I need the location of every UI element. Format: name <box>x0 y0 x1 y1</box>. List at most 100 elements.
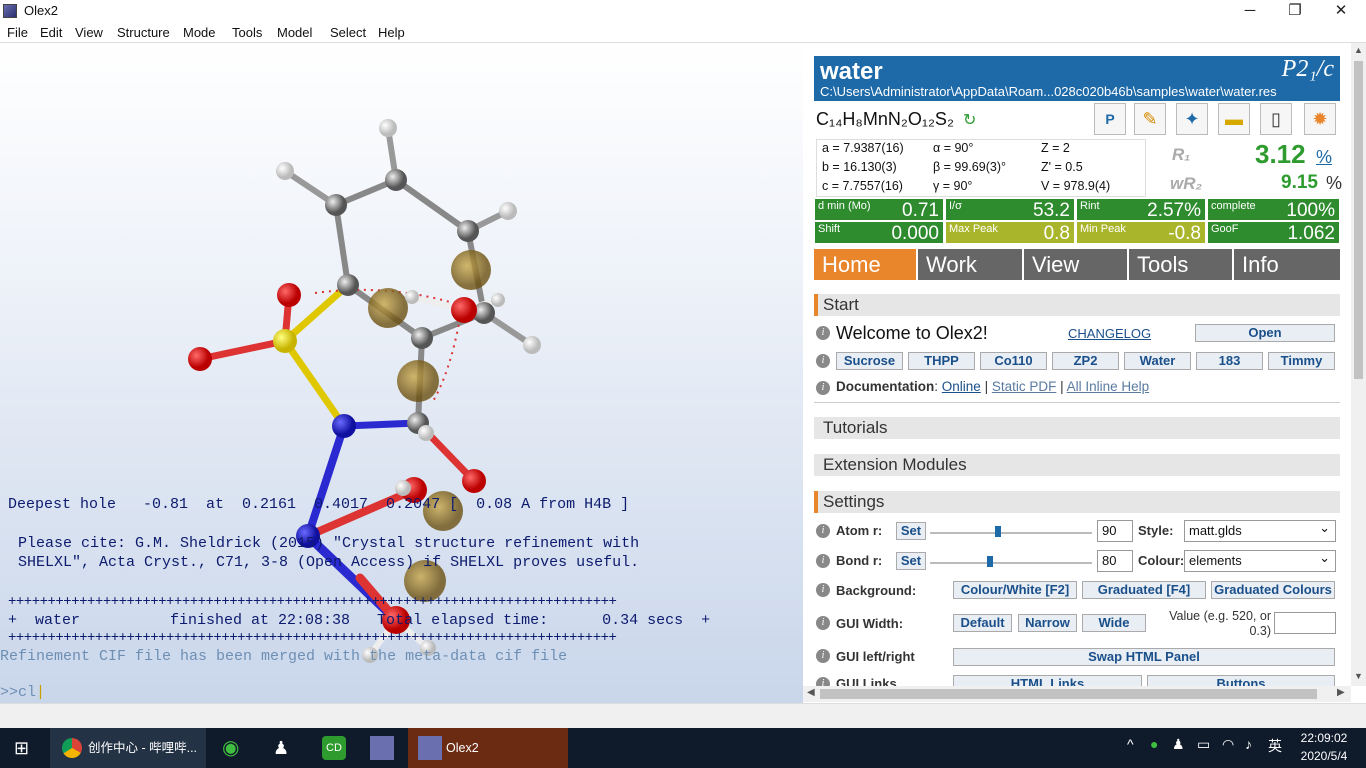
atom-r-input[interactable]: 90 <box>1097 520 1133 542</box>
tab-info[interactable]: Info <box>1234 249 1340 280</box>
section-tutorials[interactable]: Tutorials <box>814 417 1340 439</box>
tab-view[interactable]: View <box>1024 249 1127 280</box>
bg-colour-white-button[interactable]: Colour/White [F2] <box>953 581 1077 599</box>
close-button[interactable]: ✕ <box>1318 0 1364 22</box>
bond-r-slider[interactable] <box>930 562 1092 564</box>
tray-date[interactable]: 2020/5/4 <box>1298 749 1350 763</box>
scroll-down-icon[interactable]: ▼ <box>1354 671 1363 681</box>
molecule-viewport[interactable]: Deepest hole -0.81 at 0.2161 0.4017 0.20… <box>0 43 803 703</box>
tray-wifi-icon[interactable]: ◠ <box>1222 736 1234 753</box>
scroll-thumb[interactable] <box>1354 61 1363 379</box>
wand-icon[interactable]: ✦ <box>1176 103 1208 135</box>
stat-label: I/σ <box>949 200 962 212</box>
windows-start-icon[interactable]: ⊞ <box>14 728 29 768</box>
settings-sun-icon[interactable]: ✹ <box>1304 103 1336 135</box>
gui-width-value-input[interactable] <box>1274 612 1336 634</box>
tab-tools[interactable]: Tools <box>1129 249 1232 280</box>
info-icon[interactable]: i <box>816 354 830 368</box>
tray-volume-icon[interactable]: ♪ <box>1245 736 1252 752</box>
info-icon[interactable]: i <box>816 554 830 568</box>
panel-horizontal-scrollbar[interactable]: ◀ ▶ <box>803 686 1351 702</box>
width-default-button[interactable]: Default <box>953 614 1012 632</box>
doc-pdf-link[interactable]: Static PDF <box>992 379 1057 394</box>
menu-file[interactable]: File <box>7 25 28 40</box>
windows-taskbar: ⊞ 创作中心 - 哔哩哔... ◉ ♟ CD Olex2 ^ ● ♟ ▭ ◠ ♪… <box>0 728 1366 768</box>
info-icon[interactable]: i <box>816 524 830 538</box>
maximize-button[interactable]: ❐ <box>1272 0 1318 22</box>
width-wide-button[interactable]: Wide <box>1082 614 1146 632</box>
info-icon[interactable]: i <box>816 649 830 663</box>
bond-r-input[interactable]: 80 <box>1097 550 1133 572</box>
tray-network-icon[interactable]: ▭ <box>1197 736 1210 753</box>
pton-tool-icon[interactable]: P <box>1094 103 1126 135</box>
r1-percent[interactable]: % <box>1316 147 1332 168</box>
command-input[interactable]: >>cl| <box>0 684 45 701</box>
chemdraw-icon[interactable]: CD <box>322 736 346 760</box>
sample-zp2-button[interactable]: ZP2 <box>1052 352 1119 370</box>
open-button[interactable]: Open <box>1195 324 1335 342</box>
bg-graduated-colours-button[interactable]: Graduated Colours <box>1211 581 1335 599</box>
scroll-up-icon[interactable]: ▲ <box>1354 45 1363 55</box>
tray-ime[interactable]: 英 <box>1268 736 1282 756</box>
style-select[interactable]: matt.glds <box>1184 518 1336 542</box>
atom-r-slider-handle[interactable] <box>995 526 1001 537</box>
scroll-right-icon[interactable]: ▶ <box>1337 687 1345 698</box>
tray-chevron-icon[interactable]: ^ <box>1127 736 1134 752</box>
tray-wechat-icon[interactable]: ● <box>1150 736 1158 752</box>
folder-icon[interactable]: ▬ <box>1218 103 1250 135</box>
menu-edit[interactable]: Edit <box>40 25 62 40</box>
olex2-taskbar-icon[interactable] <box>370 736 394 760</box>
colour-select[interactable]: elements <box>1184 548 1336 572</box>
notebook-icon[interactable]: ▯ <box>1260 103 1292 135</box>
refresh-icon[interactable]: ↻ <box>963 110 976 130</box>
minimize-button[interactable]: ─ <box>1227 0 1273 22</box>
doc-inline-help-link[interactable]: All Inline Help <box>1067 379 1150 394</box>
taskbar-chrome[interactable]: 创作中心 - 哔哩哔... <box>50 728 206 768</box>
menu-help[interactable]: Help <box>378 25 405 40</box>
panel-vertical-scrollbar[interactable]: ▲ ▼ <box>1351 43 1366 686</box>
tray-qq-icon[interactable]: ♟ <box>1172 736 1185 753</box>
qq-icon[interactable]: ♟ <box>273 728 289 768</box>
wechat-icon[interactable]: ◉ <box>222 728 239 768</box>
html-links-button[interactable]: HTML Links <box>953 675 1142 686</box>
swap-html-panel-button[interactable]: Swap HTML Panel <box>953 648 1335 666</box>
tab-work[interactable]: Work <box>918 249 1022 280</box>
pencil-icon[interactable]: ✎ <box>1134 103 1166 135</box>
scroll-left-icon[interactable]: ◀ <box>807 687 815 698</box>
menu-mode[interactable]: Mode <box>183 25 216 40</box>
file-path[interactable]: C:\Users\Administrator\AppData\Roam...02… <box>820 84 1277 99</box>
sample-183-button[interactable]: 183 <box>1196 352 1263 370</box>
sample-thpp-button[interactable]: THPP <box>908 352 975 370</box>
info-icon[interactable]: i <box>816 616 830 630</box>
section-start[interactable]: Start <box>814 294 1340 316</box>
tray-time[interactable]: 22:09:02 <box>1298 731 1350 745</box>
r1-label: R₁ <box>1172 145 1191 164</box>
changelog-link[interactable]: CHANGELOG <box>1068 326 1151 341</box>
menu-tools[interactable]: Tools <box>232 25 262 40</box>
width-narrow-button[interactable]: Narrow <box>1018 614 1077 632</box>
menu-select[interactable]: Select <box>330 25 366 40</box>
buttons-button[interactable]: Buttons <box>1147 675 1335 686</box>
menu-view[interactable]: View <box>75 25 103 40</box>
tab-home[interactable]: Home <box>814 249 916 280</box>
doc-online-link[interactable]: Online <box>942 379 981 394</box>
bond-r-slider-handle[interactable] <box>987 556 993 567</box>
sample-co110-button[interactable]: Co110 <box>980 352 1047 370</box>
sample-timmy-button[interactable]: Timmy <box>1268 352 1335 370</box>
menu-model[interactable]: Model <box>277 25 312 40</box>
info-icon[interactable]: i <box>816 583 830 597</box>
scroll-thumb[interactable] <box>820 689 1317 699</box>
menu-structure[interactable]: Structure <box>117 25 170 40</box>
atom-r-slider[interactable] <box>930 532 1092 534</box>
taskbar-olex2[interactable]: Olex2 <box>408 728 568 768</box>
sample-water-button[interactable]: Water <box>1124 352 1191 370</box>
info-icon[interactable]: i <box>816 326 830 340</box>
atom-r-set-button[interactable]: Set <box>896 522 926 540</box>
section-settings[interactable]: Settings <box>814 491 1340 513</box>
sample-sucrose-button[interactable]: Sucrose <box>836 352 903 370</box>
info-icon[interactable]: i <box>816 381 830 395</box>
bond-r-set-button[interactable]: Set <box>896 552 926 570</box>
section-extension-modules[interactable]: Extension Modules <box>814 454 1340 476</box>
bg-graduated-button[interactable]: Graduated [F4] <box>1082 581 1206 599</box>
info-icon[interactable]: i <box>816 677 830 686</box>
